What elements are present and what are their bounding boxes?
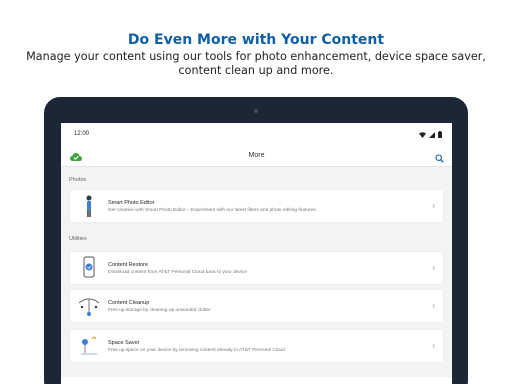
promo-subtitle-line-1: Manage your content using our tools for … [26,50,486,63]
space-saver-card[interactable]: Space Saver Free up space on your device… [70,330,443,362]
content-cleanup-card[interactable]: Content Cleanup Free up storage by clean… [70,290,443,322]
card-description: Get creative with Smart Photo Editor – E… [108,208,318,213]
app-bar: More [61,145,452,167]
status-time: 12:00 [74,131,90,137]
tablet-camera [254,109,258,113]
app-bar-title: More [248,152,265,159]
chevron-right-icon: › [432,201,435,210]
bottom-navigation-bar [61,377,452,384]
promo-subtitle: Manage your content using our tools for … [20,50,492,78]
card-description: Free up space on your device by removing… [108,348,285,353]
chevron-right-icon: › [432,301,435,310]
section-header-utilities: Utilities [69,236,87,242]
card-title: Smart Photo Editor [108,200,155,206]
promo-subtitle-line-2: content clean up and more. [178,64,334,77]
chevron-right-icon: › [432,341,435,350]
content-cleanup-illustration-icon [76,293,102,319]
smart-photo-editor-card[interactable]: Smart Photo Editor Get creative with Sma… [70,190,443,222]
tablet-screen: 12:00 More Photos Smart Photo Editor Get… [61,123,452,384]
battery-icon [438,125,442,143]
space-saver-illustration-icon [76,333,102,359]
chevron-right-icon: › [432,263,435,272]
photo-editor-illustration-icon [76,193,102,219]
section-header-photos: Photos [69,177,87,183]
status-icons [419,130,442,138]
signal-icon [429,125,435,143]
card-description: Free up storage by cleaning up unwanted … [108,308,211,313]
card-title: Space Saver [108,340,140,346]
card-title: Content Restore [108,262,149,268]
card-title: Content Cleanup [108,300,150,306]
search-icon[interactable] [435,150,444,168]
card-description: Download content from AT&T Personal Clou… [108,270,248,275]
content-restore-illustration-icon [76,255,102,281]
promo-title: Do Even More with Your Content [127,32,385,48]
content-restore-card[interactable]: Content Restore Download content from AT… [70,252,443,284]
status-bar: 12:00 [61,123,452,145]
wifi-icon [419,125,426,143]
